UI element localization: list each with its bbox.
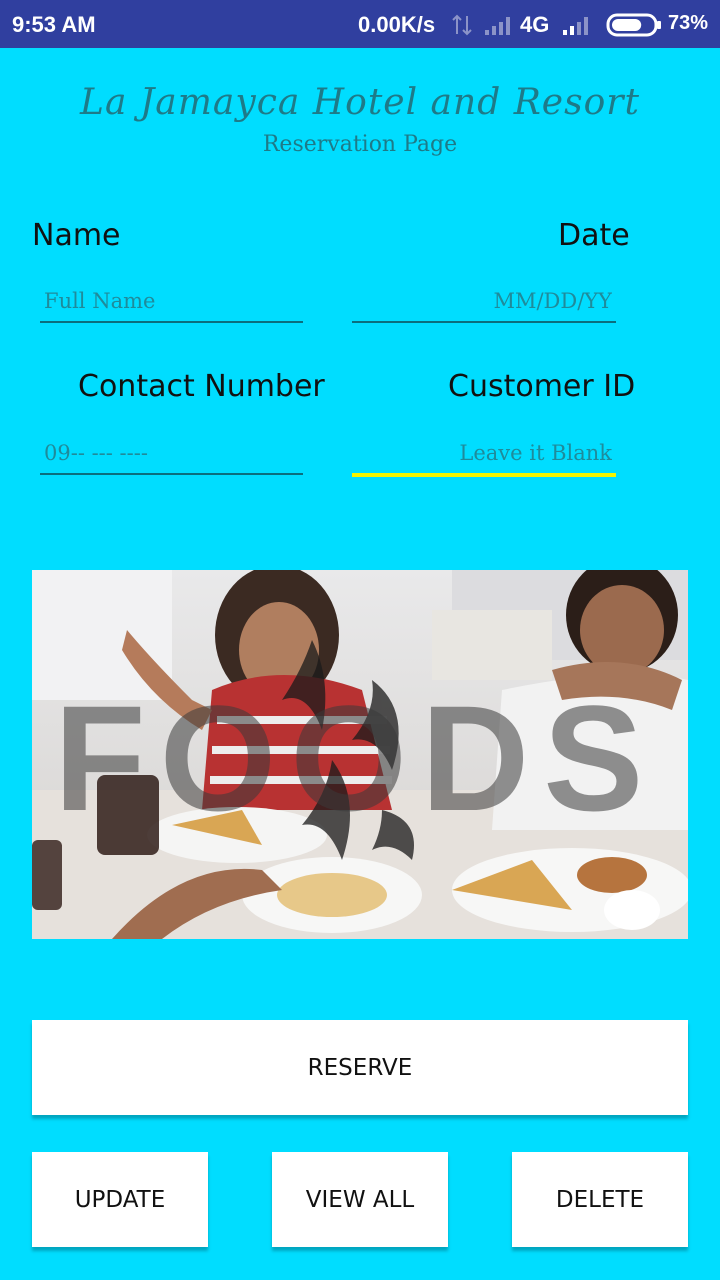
date-input[interactable] [352, 281, 616, 321]
food-banner-image: FOODS [32, 570, 688, 939]
customer-id-input[interactable] [352, 433, 616, 473]
battery-icon [606, 13, 661, 37]
name-label: Name [32, 218, 121, 253]
name-input[interactable] [40, 281, 303, 321]
signal-icon-sim1 [485, 17, 510, 35]
signal-icon-sim2 [563, 17, 588, 35]
date-field [352, 281, 616, 323]
contact-number-field [40, 433, 303, 475]
view-all-button[interactable]: VIEW ALL [272, 1152, 448, 1247]
reserve-button[interactable]: RESERVE [32, 1020, 688, 1115]
update-button[interactable]: UPDATE [32, 1152, 208, 1247]
contact-number-input[interactable] [40, 433, 303, 473]
contact-number-label: Contact Number [78, 369, 325, 404]
app-title: La Jamayca Hotel and Resort [80, 82, 640, 123]
delete-button[interactable]: DELETE [512, 1152, 688, 1247]
date-label: Date [558, 218, 630, 253]
name-field [40, 281, 303, 323]
network-type: 4G [520, 12, 550, 37]
network-speed: 0.00K/s [358, 12, 436, 37]
battery-percent: 73% [668, 12, 709, 34]
customer-id-label: Customer ID [448, 369, 636, 404]
status-bar: 9:53 AM 0.00K/s 4G 73% [0, 0, 720, 48]
status-time: 9:53 AM [12, 12, 96, 37]
data-transfer-icon [452, 14, 472, 36]
page-subtitle: Reservation Page [262, 132, 458, 157]
customer-id-field [352, 433, 616, 477]
banner-overlay-text: FOODS [54, 674, 657, 842]
